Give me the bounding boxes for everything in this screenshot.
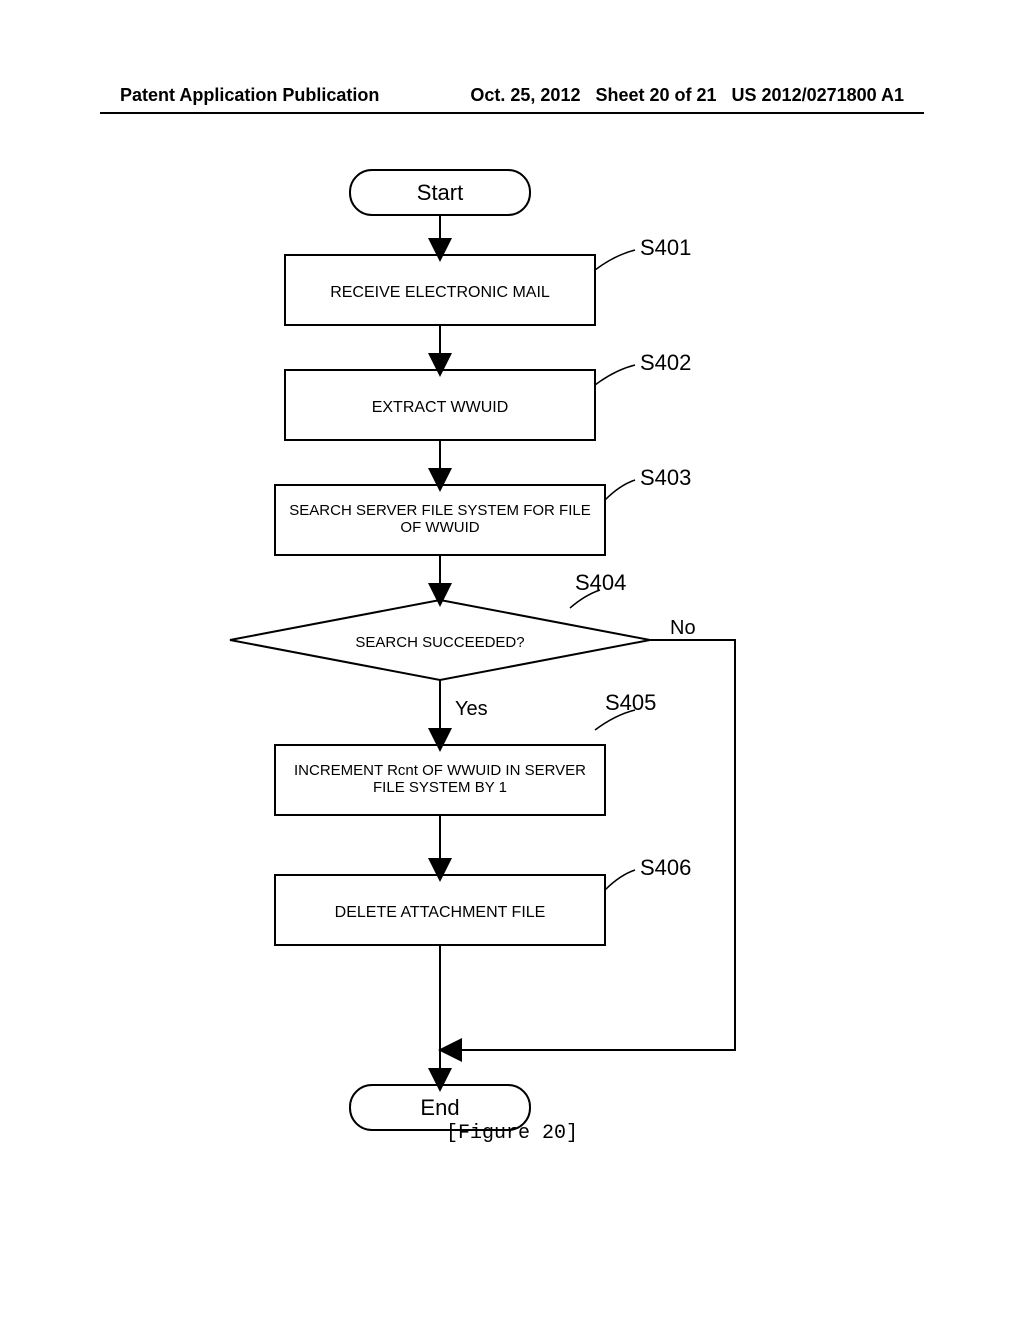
no-branch-line: [450, 640, 735, 1050]
s402-leader: [595, 365, 635, 385]
s406-leader: [605, 870, 635, 890]
s402-label: S402: [640, 350, 691, 375]
figure-caption: [Figure 20]: [0, 1122, 1024, 1145]
header-divider: [100, 112, 924, 114]
flowchart-svg: Start RECEIVE ELECTRONIC MAIL S401 EXTRA…: [0, 160, 1024, 1160]
step-s405-text2: FILE SYSTEM BY 1: [373, 779, 507, 796]
step-s402-text: EXTRACT WWUID: [372, 399, 509, 416]
s401-leader: [595, 250, 635, 270]
publication-date: Oct. 25, 2012: [470, 85, 580, 106]
s406-label: S406: [640, 855, 691, 880]
start-label: Start: [417, 180, 463, 205]
header-right-group: Oct. 25, 2012 Sheet 20 of 21 US 2012/027…: [470, 85, 904, 106]
step-s406-text: DELETE ATTACHMENT FILE: [335, 904, 546, 921]
sheet-number: Sheet 20 of 21: [595, 85, 716, 106]
no-label: No: [670, 617, 696, 639]
step-s401-text: RECEIVE ELECTRONIC MAIL: [330, 284, 550, 301]
s403-leader: [605, 480, 635, 500]
publication-number: US 2012/0271800 A1: [732, 85, 904, 106]
end-label: End: [420, 1095, 459, 1120]
flowchart-container: Start RECEIVE ELECTRONIC MAIL S401 EXTRA…: [0, 160, 1024, 1160]
step-s405-text1: INCREMENT Rcnt OF WWUID IN SERVER: [294, 762, 586, 779]
page-header: Patent Application Publication Oct. 25, …: [0, 85, 1024, 106]
step-s403-text1: SEARCH SERVER FILE SYSTEM FOR FILE: [289, 502, 590, 519]
s404-label: S404: [575, 570, 626, 595]
s401-label: S401: [640, 235, 691, 260]
publication-type: Patent Application Publication: [120, 85, 470, 106]
step-s403-text2: OF WWUID: [400, 519, 479, 536]
s403-label: S403: [640, 465, 691, 490]
yes-label: Yes: [455, 698, 488, 720]
s405-label: S405: [605, 690, 656, 715]
step-s404-text: SEARCH SUCCEEDED?: [355, 634, 524, 651]
